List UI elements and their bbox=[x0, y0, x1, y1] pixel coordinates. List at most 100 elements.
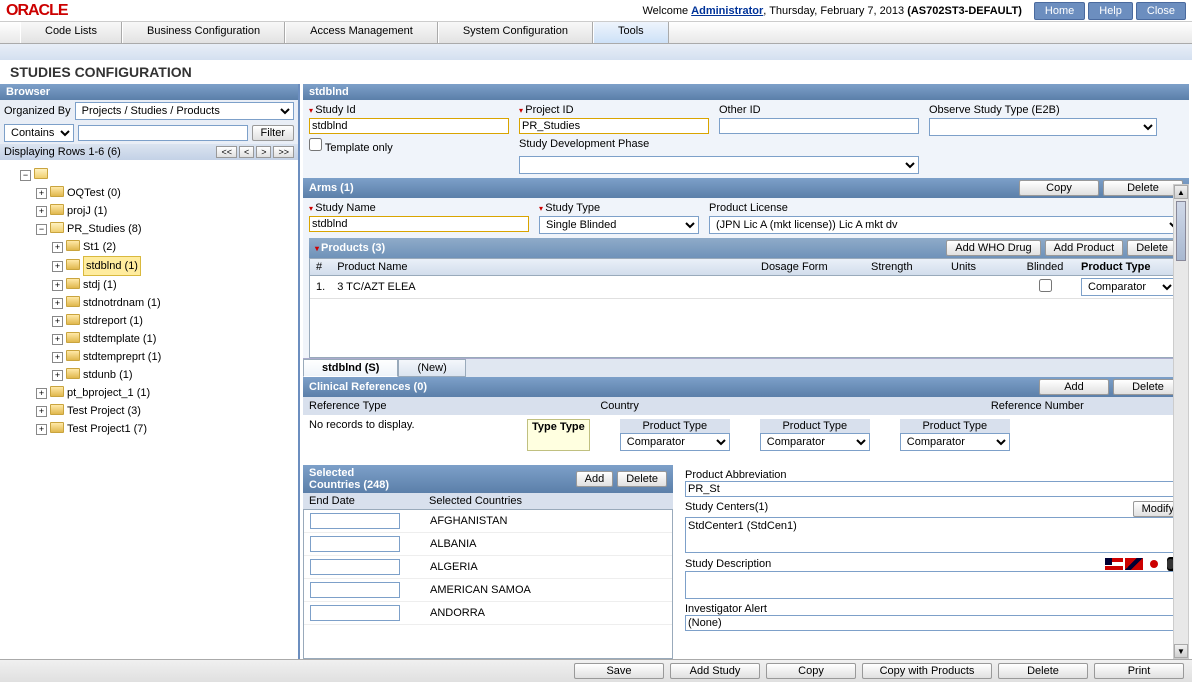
country-row[interactable]: AMERICAN SAMOA bbox=[304, 579, 672, 602]
tree-expander[interactable]: + bbox=[36, 406, 47, 417]
alert-input[interactable] bbox=[685, 615, 1183, 631]
tab-new[interactable]: (New) bbox=[398, 359, 465, 377]
tree-expander[interactable]: + bbox=[52, 261, 63, 272]
tree-node-selected[interactable]: stdblnd (1) bbox=[83, 256, 141, 276]
end-date-input[interactable] bbox=[310, 582, 400, 598]
tree-expander[interactable]: + bbox=[52, 242, 63, 253]
tree-expander[interactable]: − bbox=[36, 224, 47, 235]
tree-expander[interactable]: + bbox=[52, 298, 63, 309]
tree-node[interactable]: Test Project (3) bbox=[67, 402, 141, 420]
phase-select[interactable] bbox=[519, 156, 919, 174]
country-row[interactable]: ALBANIA bbox=[304, 533, 672, 556]
centers-list[interactable]: StdCenter1 (StdCen1) bbox=[685, 517, 1183, 553]
page-first-button[interactable]: << bbox=[216, 146, 237, 158]
tree-expander[interactable]: + bbox=[52, 280, 63, 291]
product-row[interactable]: 1. 3 TC/AZT ELEA Comparator bbox=[310, 276, 1182, 299]
country-row[interactable]: AFGHANISTAN bbox=[304, 510, 672, 533]
template-only-checkbox[interactable] bbox=[309, 138, 322, 151]
filter-input[interactable] bbox=[78, 125, 248, 141]
menu-system-configuration[interactable]: System Configuration bbox=[438, 22, 593, 43]
menu-code-lists[interactable]: Code Lists bbox=[20, 22, 122, 43]
countries-list[interactable]: AFGHANISTAN ALBANIA ALGERIA AMERICAN SAM… bbox=[303, 509, 673, 659]
tree-expander[interactable]: + bbox=[36, 424, 47, 435]
vertical-scrollbar[interactable]: ▲ ▼ bbox=[1173, 184, 1189, 659]
end-date-input[interactable] bbox=[310, 536, 400, 552]
tree-expander[interactable]: + bbox=[52, 316, 63, 327]
print-button[interactable]: Print bbox=[1094, 663, 1184, 679]
product-delete-button[interactable]: Delete bbox=[1127, 240, 1177, 256]
tree-node[interactable]: stdreport (1) bbox=[83, 312, 143, 330]
tree-expander[interactable]: + bbox=[52, 334, 63, 345]
end-date-input[interactable] bbox=[310, 513, 400, 529]
product-type-dd[interactable]: Comparator bbox=[620, 433, 730, 451]
tree-node[interactable]: stdtemplate (1) bbox=[83, 330, 156, 348]
country-delete-button[interactable]: Delete bbox=[617, 471, 667, 487]
study-id-input[interactable] bbox=[309, 118, 509, 134]
study-type-select[interactable]: Single Blinded bbox=[539, 216, 699, 234]
tree-expander[interactable]: + bbox=[36, 206, 47, 217]
page-next-button[interactable]: > bbox=[256, 146, 271, 158]
flag-jp-icon[interactable] bbox=[1145, 558, 1163, 570]
desc-textarea[interactable] bbox=[686, 572, 1182, 598]
copy-with-products-button[interactable]: Copy with Products bbox=[862, 663, 992, 679]
clinref-add-button[interactable]: Add bbox=[1039, 379, 1109, 395]
scroll-down-icon[interactable]: ▼ bbox=[1174, 644, 1188, 658]
other-id-input[interactable] bbox=[719, 118, 919, 134]
filter-button[interactable]: Filter bbox=[252, 125, 294, 141]
tree-node[interactable]: stdnotrdnam (1) bbox=[83, 294, 161, 312]
copy-button[interactable]: Copy bbox=[766, 663, 856, 679]
tree-node[interactable]: projJ (1) bbox=[67, 202, 107, 220]
menu-business-configuration[interactable]: Business Configuration bbox=[122, 22, 285, 43]
scroll-thumb[interactable] bbox=[1176, 201, 1186, 261]
tree-expander[interactable]: + bbox=[36, 388, 47, 399]
tree-node[interactable]: St1 (2) bbox=[83, 238, 116, 256]
flag-uk-icon[interactable] bbox=[1125, 558, 1143, 570]
organized-by-select[interactable]: Projects / Studies / Products bbox=[75, 102, 294, 120]
tree-node[interactable]: PR_Studies (8) bbox=[67, 220, 142, 238]
project-id-input[interactable] bbox=[519, 118, 709, 134]
scroll-up-icon[interactable]: ▲ bbox=[1174, 185, 1188, 199]
end-date-input[interactable] bbox=[310, 559, 400, 575]
arms-copy-button[interactable]: Copy bbox=[1019, 180, 1099, 196]
country-add-button[interactable]: Add bbox=[576, 471, 614, 487]
tab-stdblnd[interactable]: stdblnd (S) bbox=[303, 359, 398, 377]
study-name-input[interactable] bbox=[309, 216, 529, 232]
tree-expander[interactable]: − bbox=[20, 170, 31, 181]
user-link[interactable]: Administrator bbox=[691, 5, 763, 17]
save-button[interactable]: Save bbox=[574, 663, 664, 679]
tree-node[interactable]: OQTest (0) bbox=[67, 184, 121, 202]
tree-node[interactable]: stdunb (1) bbox=[83, 366, 133, 384]
abbrev-input[interactable] bbox=[685, 481, 1183, 497]
add-product-button[interactable]: Add Product bbox=[1045, 240, 1124, 256]
tree-node[interactable]: stdtempreprt (1) bbox=[83, 348, 161, 366]
product-type-select[interactable]: Comparator bbox=[1081, 278, 1176, 296]
product-type-dd[interactable]: Comparator bbox=[900, 433, 1010, 451]
tree-expander[interactable]: + bbox=[36, 188, 47, 199]
end-date-input[interactable] bbox=[310, 605, 400, 621]
tree-node[interactable]: Test Project1 (7) bbox=[67, 420, 147, 438]
close-button[interactable]: Close bbox=[1136, 2, 1186, 20]
help-button[interactable]: Help bbox=[1088, 2, 1133, 20]
arms-delete-button[interactable]: Delete bbox=[1103, 180, 1183, 196]
flag-us-icon[interactable] bbox=[1105, 558, 1123, 570]
delete-button[interactable]: Delete bbox=[998, 663, 1088, 679]
tree-expander[interactable]: + bbox=[52, 352, 63, 363]
tree-node[interactable]: pt_bproject_1 (1) bbox=[67, 384, 150, 402]
observe-select[interactable] bbox=[929, 118, 1157, 136]
product-type-dd[interactable]: Comparator bbox=[760, 433, 870, 451]
home-button[interactable]: Home bbox=[1034, 2, 1085, 20]
filter-mode-select[interactable]: Contains bbox=[4, 124, 74, 142]
country-row[interactable]: ALGERIA bbox=[304, 556, 672, 579]
license-select[interactable]: (JPN Lic A (mkt license)) Lic A mkt dv bbox=[709, 216, 1183, 234]
tree-node[interactable]: stdj (1) bbox=[83, 276, 117, 294]
country-row[interactable]: ANDORRA bbox=[304, 602, 672, 625]
page-last-button[interactable]: >> bbox=[273, 146, 294, 158]
project-tree[interactable]: − + OQTest (0) + projJ (1) − PR_Studies (8)… bbox=[0, 160, 298, 640]
add-study-button[interactable]: Add Study bbox=[670, 663, 760, 679]
menu-access-management[interactable]: Access Management bbox=[285, 22, 438, 43]
tree-expander[interactable]: + bbox=[52, 370, 63, 381]
blinded-checkbox[interactable] bbox=[1039, 279, 1052, 292]
add-who-drug-button[interactable]: Add WHO Drug bbox=[946, 240, 1040, 256]
menu-tools[interactable]: Tools bbox=[593, 22, 669, 43]
page-prev-button[interactable]: < bbox=[239, 146, 254, 158]
